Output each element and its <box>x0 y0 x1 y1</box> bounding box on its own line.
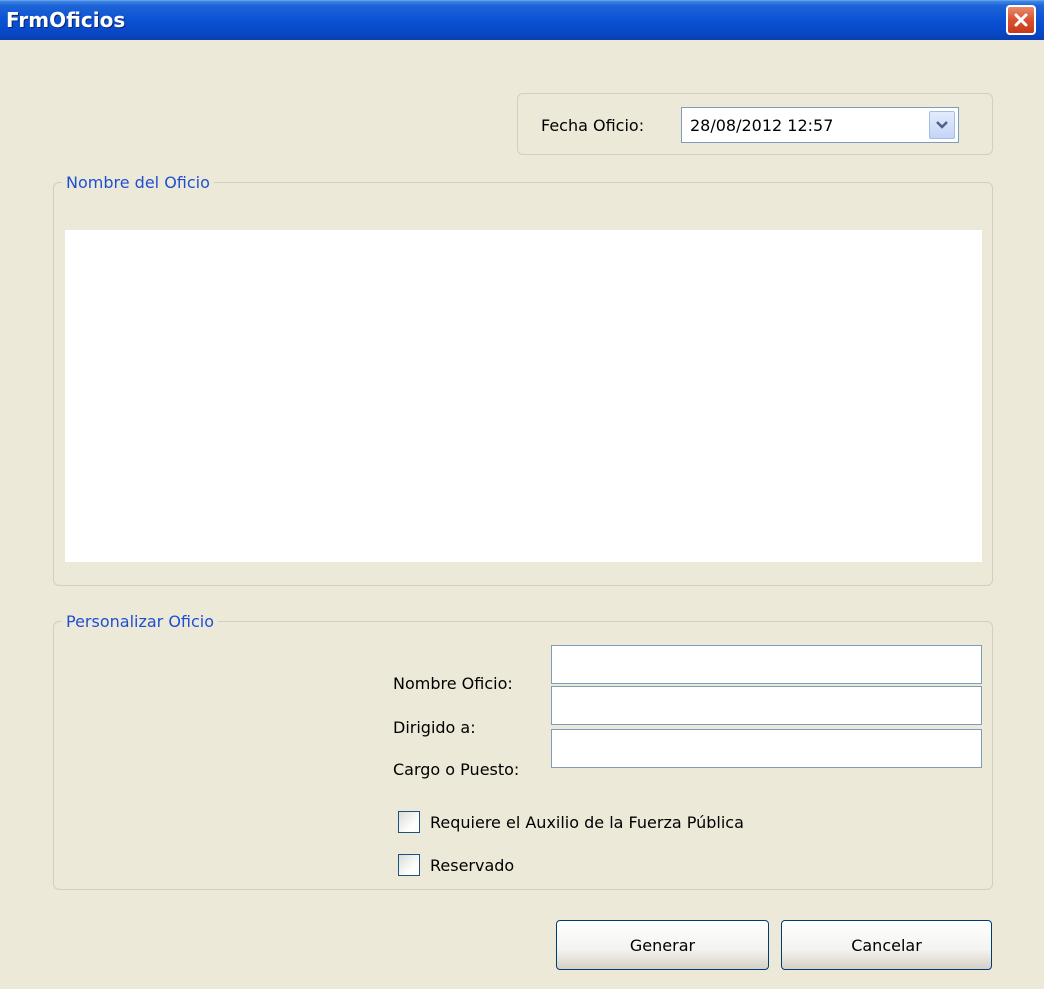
fecha-datetime-picker[interactable]: 28/08/2012 12:57 <box>681 107 959 143</box>
dirigido-a-label: Dirigido a: <box>393 718 476 737</box>
generar-button[interactable]: Generar <box>556 920 769 970</box>
window-titlebar[interactable]: FrmOficios <box>0 0 1044 40</box>
dirigido-a-input[interactable] <box>551 686 982 725</box>
auxilio-checkbox-label: Requiere el Auxilio de la Fuerza Pública <box>430 812 744 832</box>
reservado-checkbox[interactable] <box>398 854 420 876</box>
close-button[interactable] <box>1006 5 1036 35</box>
cargo-puesto-label: Cargo o Puesto: <box>393 760 520 779</box>
nombre-oficio-textarea[interactable] <box>65 230 982 562</box>
personalizar-oficio-legend: Personalizar Oficio <box>62 612 219 631</box>
nombre-oficio-legend: Nombre del Oficio <box>62 173 214 192</box>
reservado-checkbox-row[interactable]: Reservado <box>398 854 514 876</box>
window-client-area: Fecha Oficio: 28/08/2012 12:57 Nombre de… <box>0 40 1044 989</box>
reservado-checkbox-label: Reservado <box>430 855 515 875</box>
close-icon <box>1014 13 1028 27</box>
chevron-down-icon <box>936 121 948 129</box>
auxilio-checkbox[interactable] <box>398 811 420 833</box>
window-title: FrmOficios <box>6 8 126 32</box>
cargo-puesto-input[interactable] <box>551 729 982 768</box>
auxilio-checkbox-row[interactable]: Requiere el Auxilio de la Fuerza Pública <box>398 811 744 833</box>
nombre-oficio-field-label: Nombre Oficio: <box>393 674 513 693</box>
cancelar-button[interactable]: Cancelar <box>781 920 992 970</box>
fecha-dropdown-button[interactable] <box>929 111 955 139</box>
fecha-label: Fecha Oficio: <box>541 116 645 135</box>
nombre-oficio-input[interactable] <box>551 645 982 684</box>
fecha-value: 28/08/2012 12:57 <box>690 116 834 135</box>
